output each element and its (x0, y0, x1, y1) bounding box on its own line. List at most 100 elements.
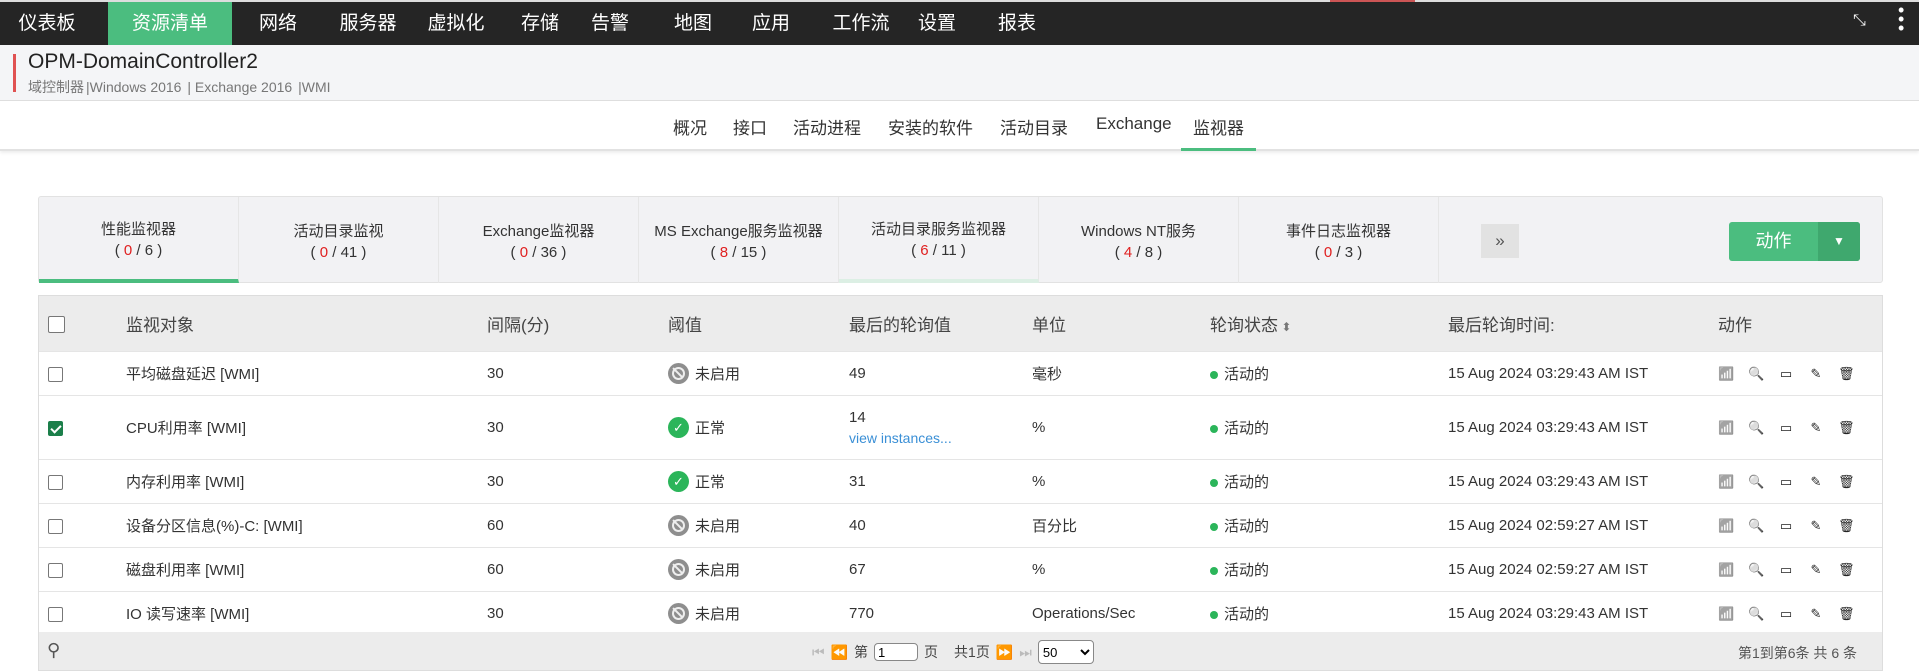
tab-6[interactable]: 监视器 (1181, 114, 1256, 151)
column-header-4: 单位 (1032, 311, 1210, 336)
monitor-icon[interactable]: ▭ (1778, 562, 1794, 578)
edit-icon[interactable]: ✎ (1808, 562, 1824, 578)
last-value: 67 (849, 561, 1032, 578)
first-page-icon[interactable]: ⏮ (812, 644, 825, 661)
tab-5[interactable]: Exchange (1096, 114, 1172, 151)
nav-accent-line (1330, 0, 1415, 2)
collapse-icon[interactable]: ⤡ (1853, 12, 1866, 30)
monitor-tab-4[interactable]: 活动目录服务监视器 ( 6 / 11 ) (839, 197, 1039, 283)
bar-chart-icon[interactable]: 📶 (1718, 606, 1734, 622)
monitor-tab-2[interactable]: Exchange监视器 ( 0 / 36 ) (439, 197, 639, 283)
tab-1[interactable]: 接口 (733, 114, 767, 151)
delete-icon[interactable]: 🗑 (1838, 366, 1855, 382)
edit-icon[interactable]: ✎ (1808, 518, 1824, 534)
zoom-chart-icon[interactable]: 🔍 (1748, 518, 1764, 534)
table-row: CPU利用率 [WMI] 30 ✓ 正常 14 view instances...% 活动的… (39, 396, 1882, 460)
edit-icon[interactable]: ✎ (1808, 474, 1824, 490)
zoom-chart-icon[interactable]: 🔍 (1748, 366, 1764, 382)
monitor-tab-5[interactable]: Windows NT服务 ( 4 / 8 ) (1039, 197, 1239, 283)
bar-chart-icon[interactable]: 📶 (1718, 518, 1734, 534)
more-tabs-button[interactable]: » (1481, 224, 1519, 258)
bar-chart-icon[interactable]: 📶 (1718, 562, 1734, 578)
delete-icon[interactable]: 🗑 (1838, 562, 1855, 578)
last-poll-time: 15 Aug 2024 02:59:27 AM IST (1448, 517, 1649, 534)
prev-page-icon[interactable]: ⏪ (831, 644, 848, 661)
nav-item-9[interactable]: 工作流 (815, 2, 907, 45)
zoom-chart-icon[interactable]: 🔍 (1748, 474, 1764, 490)
tab-0[interactable]: 概况 (673, 114, 707, 151)
bar-chart-icon[interactable]: 📶 (1718, 420, 1734, 436)
column-header-label: 最后的轮询值 (849, 316, 951, 335)
threshold-label: 未启用 (695, 366, 741, 383)
bar-chart-icon[interactable]: 📶 (1718, 366, 1734, 382)
edit-icon[interactable]: ✎ (1808, 420, 1824, 436)
status-dot-icon (1210, 479, 1218, 488)
next-page-icon[interactable]: ⏩ (996, 644, 1013, 661)
monitor-name: 内存利用率 [WMI] (126, 474, 245, 491)
row-checkbox[interactable] (48, 474, 63, 490)
column-header-label: 最后轮询时间: (1448, 316, 1555, 335)
action-button[interactable]: 动作 ▼ (1729, 222, 1860, 261)
delete-icon[interactable]: 🗑 (1838, 420, 1855, 436)
monitor-tab-3[interactable]: MS Exchange服务监视器 ( 8 / 15 ) (639, 197, 839, 283)
tab-2[interactable]: 活动进程 (793, 114, 861, 151)
status-label: 活动的 (1224, 366, 1270, 383)
last-page-icon[interactable]: ⏭ (1019, 644, 1032, 661)
table-row: IO 读写速率 [WMI] 30 未启用 770 Operations/Sec 活动的 15… (39, 592, 1882, 636)
view-instances-link[interactable]: view instances... (849, 430, 1032, 446)
nav-item-4[interactable]: 虚拟化 (410, 2, 502, 45)
nav-item-10[interactable]: 设置 (902, 2, 972, 45)
nav-item-3[interactable]: 服务器 (322, 2, 414, 45)
page-input[interactable] (874, 643, 919, 661)
monitor-icon[interactable]: ▭ (1778, 606, 1794, 622)
monitor-tab-0[interactable]: 性能监视器 ( 0 / 6 ) (39, 197, 239, 283)
monitor-icon[interactable]: ▭ (1778, 474, 1794, 490)
nav-item-7[interactable]: 地图 (658, 2, 728, 45)
zoom-chart-icon[interactable]: 🔍 (1748, 606, 1764, 622)
action-dropdown-icon[interactable]: ▼ (1818, 222, 1860, 261)
tab-3[interactable]: 安装的软件 (888, 114, 973, 151)
bar-chart-icon[interactable]: 📶 (1718, 474, 1734, 490)
monitor-tab-6[interactable]: 事件日志监视器 ( 0 / 3 ) (1239, 197, 1439, 283)
device-title: OPM-DomainController2 (28, 50, 258, 73)
monitor-tab-label: Exchange监视器 (482, 222, 595, 240)
sort-icon[interactable]: ⬍ (1278, 320, 1291, 334)
delete-icon[interactable]: 🗑 (1838, 474, 1855, 490)
nav-item-5[interactable]: 存储 (505, 2, 575, 45)
monitor-icon[interactable]: ▭ (1778, 420, 1794, 436)
more-vertical-icon[interactable]: • • • (1898, 1, 1904, 37)
tab-4[interactable]: 活动目录 (1000, 114, 1068, 151)
monitor-icon[interactable]: ▭ (1778, 366, 1794, 382)
select-all-checkbox[interactable] (48, 315, 65, 333)
unit: Operations/Sec (1032, 605, 1136, 622)
monitor-icon[interactable]: ▭ (1778, 518, 1794, 534)
zoom-chart-icon[interactable]: 🔍 (1748, 562, 1764, 578)
last-poll-time: 15 Aug 2024 02:59:27 AM IST (1448, 561, 1649, 578)
delete-icon[interactable]: 🗑 (1838, 606, 1855, 622)
column-header-5[interactable]: 轮询状态 ⬍ (1210, 311, 1448, 336)
row-checkbox[interactable] (48, 562, 63, 578)
threshold: 未启用 (668, 559, 849, 580)
nav-item-1[interactable]: 资源清单 (108, 2, 232, 45)
row-checkbox[interactable] (48, 420, 63, 436)
nav-item-6[interactable]: 告警 (575, 2, 645, 45)
nav-item-2[interactable]: 网络 (243, 2, 313, 45)
monitors-table: 监视对象 间隔(分) 阈值 最后的轮询值 单位 轮询状态 ⬍ 最后轮询时间: 动作 平均磁盘延… (38, 295, 1883, 671)
nav-item-11[interactable]: 报表 (982, 2, 1052, 45)
nav-item-0[interactable]: 仪表板 (12, 2, 82, 45)
zoom-chart-icon[interactable]: 🔍 (1748, 420, 1764, 436)
edit-icon[interactable]: ✎ (1808, 606, 1824, 622)
action-button-label[interactable]: 动作 (1729, 222, 1818, 261)
monitor-tab-1[interactable]: 活动目录监视 ( 0 / 41 ) (239, 197, 439, 283)
row-checkbox[interactable] (48, 518, 63, 534)
value: 14 (849, 409, 866, 426)
search-icon[interactable]: ⚲ (47, 640, 60, 661)
delete-icon[interactable]: 🗑 (1838, 518, 1855, 534)
row-checkbox[interactable] (48, 606, 63, 622)
nav-item-8[interactable]: 应用 (736, 2, 806, 45)
edit-icon[interactable]: ✎ (1808, 366, 1824, 382)
table-row: 内存利用率 [WMI] 30 ✓ 正常 31% 活动的 15 Aug 2024 03:29:… (39, 460, 1882, 504)
page-size-select[interactable]: 50 (1037, 640, 1094, 664)
row-checkbox[interactable] (48, 366, 63, 382)
status-label: 活动的 (1224, 606, 1270, 623)
